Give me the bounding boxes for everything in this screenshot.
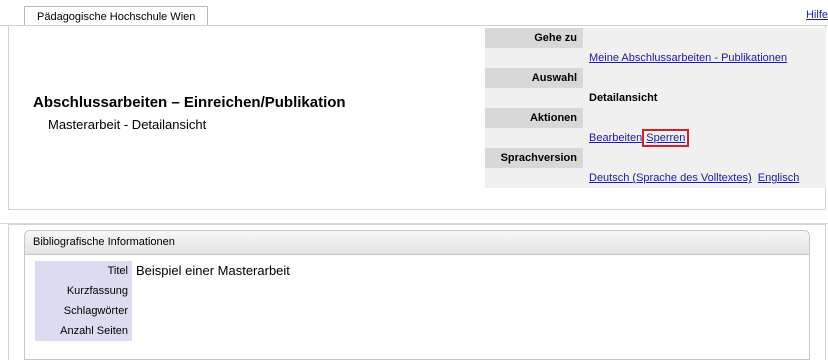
nav-spacer: [485, 168, 583, 188]
field-label: Kurzfassung: [35, 281, 132, 301]
language-english-link[interactable]: Englisch: [758, 172, 800, 184]
language-german-link[interactable]: Deutsch (Sprache des Volltextes): [589, 172, 752, 184]
field-label: Schlagwörter: [35, 301, 132, 321]
page-title: Abschlussarbeiten – Einreichen/Publikati…: [33, 94, 346, 111]
bibliographic-panel: Bibliografische Informationen Titel Beis…: [24, 230, 810, 360]
language-spacer: [583, 148, 826, 168]
field-row: Kurzfassung: [35, 281, 290, 301]
nav-spacer: [485, 48, 583, 68]
help-link[interactable]: Hilfe: [806, 9, 828, 21]
field-row: Schlagwörter: [35, 301, 290, 321]
page-subtitle: Masterarbeit - Detailansicht: [48, 117, 207, 132]
field-row: Titel Beispiel einer Masterarbeit: [35, 261, 290, 281]
aktionen-label: Aktionen: [485, 108, 583, 128]
auswahl-value: Detailansicht: [583, 88, 826, 108]
my-theses-link[interactable]: Meine Abschlussarbeiten - Publikationen: [589, 52, 787, 64]
tab-institution[interactable]: Pädagogische Hochschule Wien: [24, 6, 209, 26]
lock-link[interactable]: Sperren: [642, 129, 690, 147]
field-value: Beispiel einer Masterarbeit: [136, 263, 290, 278]
navigation-table: Gehe zu Meine Abschlussarbeiten - Publik…: [485, 28, 826, 188]
nav-spacer: [485, 128, 583, 148]
field-label: Anzahl Seiten: [35, 321, 132, 341]
edit-link[interactable]: Bearbeiten: [589, 132, 642, 144]
auswahl-spacer: [583, 68, 826, 88]
field-label: Titel: [35, 261, 132, 281]
field-row: Anzahl Seiten: [35, 321, 290, 341]
bibliographic-header: Bibliografische Informationen: [25, 231, 809, 255]
bibliographic-fields: Titel Beispiel einer Masterarbeit Kurzfa…: [35, 261, 290, 341]
language-label: Sprachversion: [485, 148, 583, 168]
auswahl-label: Auswahl: [485, 68, 583, 88]
goto-spacer: [583, 28, 826, 48]
aktionen-spacer: [583, 108, 826, 128]
goto-label: Gehe zu: [485, 28, 583, 48]
nav-spacer: [485, 88, 583, 108]
